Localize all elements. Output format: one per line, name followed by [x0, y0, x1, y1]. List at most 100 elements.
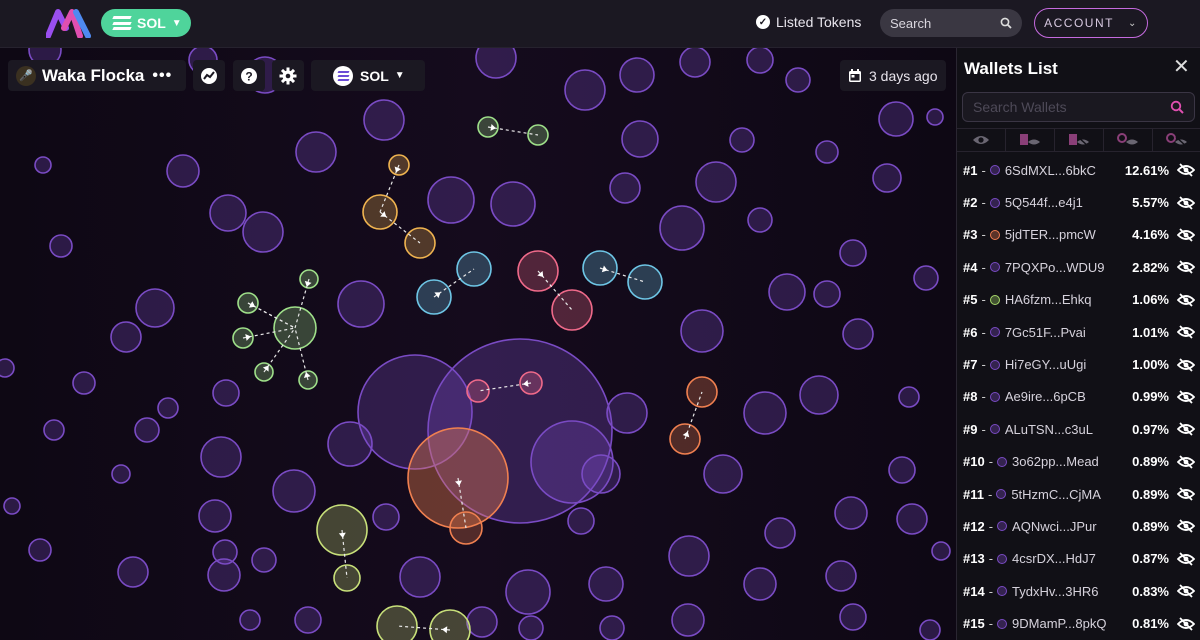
chain-selector[interactable]: SOL ▼ — [101, 9, 191, 37]
hide-wallet-icon[interactable] — [1177, 260, 1195, 274]
wallet-bubble[interactable] — [668, 535, 710, 577]
hide-wallet-icon[interactable] — [1177, 293, 1195, 307]
wallet-row[interactable]: #13- 4csrDX...HdJ7 0.87% — [957, 543, 1200, 575]
wallet-row[interactable]: #14- TydxHv...3HR6 0.83% — [957, 575, 1200, 607]
hide-wallet-icon[interactable] — [1177, 390, 1195, 404]
wallet-bubble[interactable] — [72, 371, 96, 395]
wallet-row[interactable]: #15- 9DMamP...8pkQ 0.81% — [957, 607, 1200, 639]
filter-exchanges[interactable] — [1006, 129, 1055, 151]
wallet-bubble[interactable] — [110, 321, 142, 353]
hide-wallet-icon[interactable] — [1177, 195, 1195, 210]
wallet-bubble[interactable] — [825, 560, 857, 592]
filter-contracts[interactable] — [1055, 129, 1104, 151]
wallet-bubble[interactable] — [815, 140, 839, 164]
wallet-bubble[interactable] — [729, 127, 755, 153]
search-input[interactable] — [890, 15, 990, 31]
hide-wallet-icon[interactable] — [1177, 325, 1195, 339]
wallet-row[interactable]: #5- HA6fzm...Ehkq 1.06% — [957, 284, 1200, 316]
wallet-bubble[interactable] — [198, 499, 232, 533]
wallet-bubble[interactable] — [166, 154, 200, 188]
wallet-bubble[interactable] — [609, 172, 641, 204]
hide-wallet-icon[interactable] — [1177, 519, 1195, 534]
wallet-bubble[interactable] — [239, 609, 261, 631]
wallet-bubble[interactable] — [799, 375, 839, 415]
filter-linked[interactable] — [1104, 129, 1153, 151]
wallet-bubble[interactable] — [747, 207, 773, 233]
wallet-bubble[interactable] — [834, 496, 868, 530]
wallet-bubble[interactable] — [839, 603, 867, 631]
wallet-bubble[interactable] — [363, 99, 405, 141]
wallet-bubble[interactable] — [475, 48, 517, 79]
wallet-bubble[interactable] — [567, 507, 595, 535]
hide-wallet-icon[interactable] — [1177, 552, 1195, 566]
wallet-bubble[interactable] — [372, 503, 400, 531]
help-button[interactable]: ? — [233, 60, 265, 91]
wallet-bubble[interactable] — [839, 239, 867, 267]
token-header[interactable]: 🎤 Waka Flocka ••• — [8, 60, 186, 91]
hide-wallet-icon[interactable] — [1177, 228, 1195, 242]
wallet-bubble[interactable] — [703, 454, 743, 494]
wallet-bubble[interactable] — [295, 131, 337, 173]
wallet-bubble[interactable] — [898, 386, 920, 408]
wallet-bubble[interactable] — [134, 417, 160, 443]
bubblemaps-logo[interactable] — [46, 8, 92, 38]
wallet-bubble[interactable] — [0, 358, 15, 378]
wallet-bubble[interactable] — [376, 605, 418, 640]
wallet-row[interactable]: #12- AQNwci...JPur 0.89% — [957, 510, 1200, 542]
wallet-bubble[interactable] — [872, 163, 902, 193]
wallet-bubble[interactable] — [505, 569, 551, 615]
hide-wallet-icon[interactable] — [1177, 584, 1195, 598]
wallet-row[interactable]: #10- 3o62pp...Mead 0.89% — [957, 446, 1200, 478]
wallet-bubble[interactable] — [581, 454, 621, 494]
wallet-row[interactable]: #3- 5jdTER...pmcW 4.16% — [957, 219, 1200, 251]
wallet-bubble[interactable] — [606, 392, 648, 434]
wallet-bubble[interactable] — [842, 318, 874, 350]
wallet-bubble[interactable] — [888, 456, 916, 484]
listed-tokens-link[interactable]: ✓ Listed Tokens — [756, 14, 861, 30]
snapshot-date[interactable]: 3 days ago — [840, 60, 946, 91]
wallet-bubble[interactable] — [157, 397, 179, 419]
wallet-bubble[interactable] — [212, 379, 240, 407]
hide-wallet-icon[interactable] — [1177, 617, 1195, 631]
wallet-row[interactable]: #4- 7PQXPo...WDU9 2.82% — [957, 251, 1200, 283]
chart-button[interactable] — [193, 60, 225, 91]
wallet-bubble[interactable] — [878, 101, 914, 137]
wallet-bubble[interactable] — [34, 156, 52, 174]
wallet-bubble[interactable] — [327, 421, 373, 467]
wallet-bubble[interactable] — [931, 541, 951, 561]
wallet-bubble[interactable] — [743, 567, 777, 601]
bubble-map[interactable] — [0, 48, 956, 640]
wallet-bubble[interactable] — [272, 469, 316, 513]
wallet-bubble[interactable] — [785, 67, 811, 93]
hide-wallet-icon[interactable] — [1177, 455, 1195, 469]
wallet-row[interactable]: #8- Ae9ire...6pCB 0.99% — [957, 381, 1200, 413]
wallet-bubble[interactable] — [896, 503, 928, 535]
hide-wallet-icon[interactable] — [1177, 357, 1195, 372]
wallet-bubble[interactable] — [764, 517, 796, 549]
wallet-bubble[interactable] — [913, 265, 939, 291]
wallet-bubble[interactable] — [599, 615, 625, 640]
bubble-map-canvas[interactable] — [0, 48, 956, 640]
filter-show-all[interactable] — [957, 129, 1006, 151]
wallet-bubble[interactable] — [242, 211, 284, 253]
filter-linked-hidden[interactable] — [1153, 129, 1200, 151]
wallet-bubble[interactable] — [746, 48, 774, 74]
wallet-row[interactable]: #7- Hi7eGY...uUgi 1.00% — [957, 348, 1200, 380]
wallet-bubble[interactable] — [743, 391, 787, 435]
wallet-bubble[interactable] — [926, 108, 944, 126]
wallet-bubble[interactable] — [207, 558, 241, 592]
currency-selector[interactable]: SOL ▼ — [311, 60, 425, 91]
wallet-bubble[interactable] — [621, 120, 659, 158]
wallet-bubble[interactable] — [490, 181, 536, 227]
wallet-bubble[interactable] — [679, 48, 711, 78]
wallet-bubble[interactable] — [135, 288, 175, 328]
wallet-bubble[interactable] — [28, 538, 52, 562]
close-icon[interactable]: ✕ — [1173, 57, 1190, 77]
wallet-row[interactable]: #2- 5Q544f...e4j1 5.57% — [957, 186, 1200, 218]
wallet-bubble[interactable] — [768, 273, 806, 311]
token-search[interactable] — [880, 9, 1022, 37]
wallet-bubble[interactable] — [251, 547, 277, 573]
wallet-bubble[interactable] — [695, 161, 737, 203]
wallet-bubble[interactable] — [671, 603, 705, 637]
wallet-bubble[interactable] — [337, 280, 385, 328]
